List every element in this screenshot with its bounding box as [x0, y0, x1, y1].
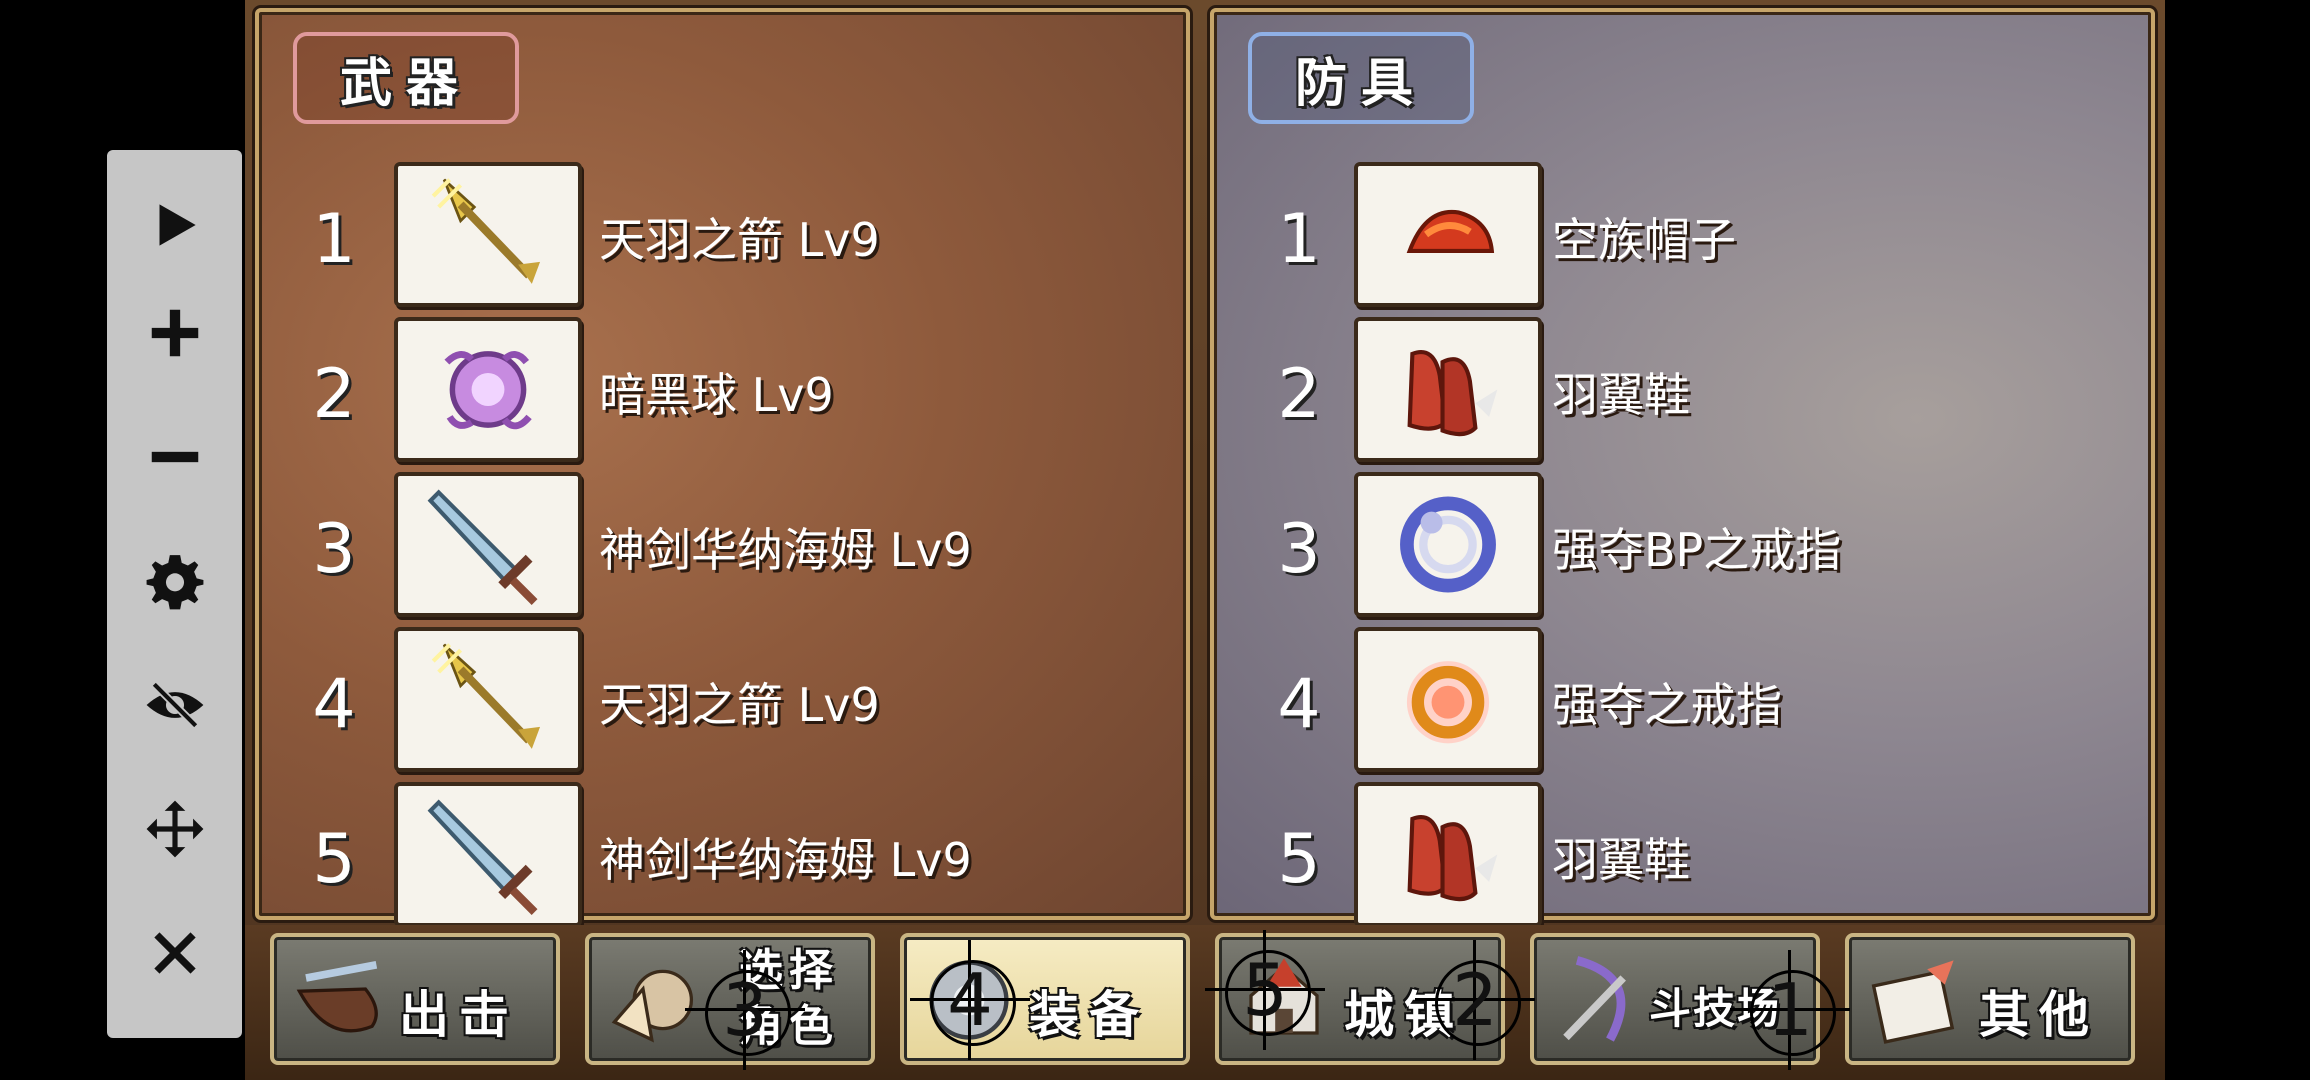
blue-ring-icon	[1354, 472, 1542, 617]
nav-label: 其他	[1979, 986, 2099, 1044]
weapon-row-4[interactable]: 4 天羽之箭 Lv9	[259, 627, 1186, 777]
weapon-row-2[interactable]: 2 暗黑球 Lv9	[259, 317, 1186, 467]
slot-number: 2	[312, 355, 356, 434]
zoom-out-icon[interactable]	[107, 402, 242, 512]
weapon-name: 神剑华纳海姆 Lv9	[599, 833, 972, 887]
marker-number: 3	[722, 968, 768, 1052]
marker-number: 2	[1452, 958, 1498, 1042]
weapon-row-5[interactable]: 5 神剑华纳海姆 Lv9	[259, 782, 1186, 932]
move-icon[interactable]	[107, 774, 242, 884]
weapons-title: 武器	[293, 32, 519, 124]
armor-name: 空族帽子	[1552, 213, 1736, 267]
sword-icon	[394, 782, 582, 927]
slot-number: 5	[1277, 820, 1321, 899]
weapons-panel: 武器 1 天羽之箭 Lv9 2 暗黑球 Lv9 3 神剑华纳海姆 Lv9 4 天…	[255, 8, 1190, 927]
slot-number: 1	[312, 200, 356, 279]
crosshair-marker-5: 5	[1205, 930, 1325, 1050]
golden-arrow-icon	[394, 162, 582, 307]
slot-number: 4	[1277, 665, 1321, 744]
crosshair-marker-3: 3	[685, 950, 805, 1070]
sortie-icon	[284, 945, 394, 1055]
slot-number: 3	[1277, 510, 1321, 589]
crosshair-marker-4: 4	[910, 940, 1030, 1060]
armor-name: 羽翼鞋	[1552, 368, 1690, 422]
armor-title: 防具	[1248, 32, 1474, 124]
golden-arrow-icon	[394, 627, 582, 772]
slot-number: 1	[1277, 200, 1321, 279]
slot-number: 5	[312, 820, 356, 899]
winged-boots-icon	[1354, 782, 1542, 927]
weapon-row-3[interactable]: 3 神剑华纳海姆 Lv9	[259, 472, 1186, 622]
nav-other-button[interactable]: 其他	[1845, 933, 2135, 1065]
game-screen: 武器 1 天羽之箭 Lv9 2 暗黑球 Lv9 3 神剑华纳海姆 Lv9 4 天…	[245, 0, 2165, 1080]
red-hat-icon	[1354, 162, 1542, 307]
slot-number: 3	[312, 510, 356, 589]
sword-icon	[394, 472, 582, 617]
close-icon[interactable]	[107, 898, 242, 1008]
armor-name: 强夺之戒指	[1552, 678, 1782, 732]
hide-icon[interactable]	[107, 650, 242, 760]
armor-row-5[interactable]: 5 羽翼鞋	[1214, 782, 2151, 932]
weapon-name: 神剑华纳海姆 Lv9	[599, 523, 972, 577]
armor-row-1[interactable]: 1 空族帽子	[1214, 162, 2151, 312]
nav-label: 装备	[1029, 986, 1149, 1044]
nav-sortie-button[interactable]: 出击	[270, 933, 560, 1065]
floating-toolbar	[107, 150, 242, 1038]
armor-name: 强夺BP之戒指	[1552, 523, 1842, 577]
armor-row-4[interactable]: 4 强夺之戒指	[1214, 627, 2151, 777]
weapon-name: 天羽之箭 Lv9	[599, 213, 880, 267]
zoom-in-icon[interactable]	[107, 278, 242, 388]
winged-boots-icon	[1354, 317, 1542, 462]
marker-number: 5	[1242, 948, 1288, 1032]
slot-number: 4	[312, 665, 356, 744]
weapon-name: 天羽之箭 Lv9	[599, 678, 880, 732]
marker-number: 1	[1767, 968, 1813, 1052]
armor-row-3[interactable]: 3 强夺BP之戒指	[1214, 472, 2151, 622]
crosshair-marker-2: 2	[1415, 940, 1535, 1060]
settings-icon[interactable]	[107, 526, 242, 636]
dark-orb-icon	[394, 317, 582, 462]
marker-number: 4	[947, 958, 993, 1042]
nav-label: 出击	[399, 986, 519, 1044]
slot-number: 2	[1277, 355, 1321, 434]
other-icon	[1859, 945, 1969, 1055]
armor-row-2[interactable]: 2 羽翼鞋	[1214, 317, 2151, 467]
play-icon[interactable]	[107, 170, 242, 280]
armor-panel: 防具 1 空族帽子 2 羽翼鞋 3 强夺BP之戒指 4 强夺之戒指 5 羽翼鞋	[1210, 8, 2155, 927]
gold-ring-icon	[1354, 627, 1542, 772]
armor-name: 羽翼鞋	[1552, 833, 1690, 887]
weapon-name: 暗黑球 Lv9	[599, 368, 834, 422]
arena-icon	[1544, 945, 1654, 1055]
weapon-row-1[interactable]: 1 天羽之箭 Lv9	[259, 162, 1186, 312]
crosshair-marker-1: 1	[1730, 950, 1850, 1070]
